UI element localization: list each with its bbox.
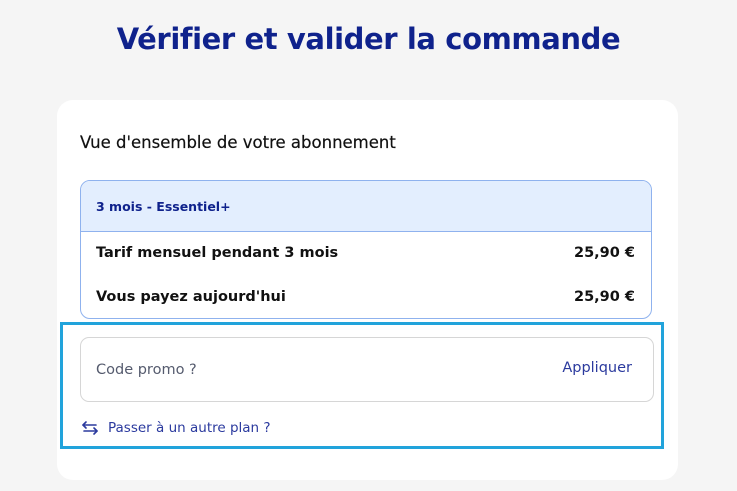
price-row-monthly: Tarif mensuel pendant 3 mois 25,90 € <box>96 245 635 261</box>
page-title: Vérifier et valider la commande <box>116 22 621 56</box>
swap-arrows-icon <box>81 419 99 437</box>
promo-code-input[interactable] <box>81 338 521 401</box>
promo-code-box: Appliquer <box>80 337 654 402</box>
price-row-label: Tarif mensuel pendant 3 mois <box>96 245 339 261</box>
switch-plan-link[interactable]: Passer à un autre plan ? <box>81 419 271 437</box>
price-row-label: Vous payez aujourd'hui <box>96 289 286 305</box>
switch-plan-label: Passer à un autre plan ? <box>108 420 271 436</box>
page: Vérifier et valider la commande Vue d'en… <box>0 0 737 491</box>
plan-summary-box: 3 mois - Essentiel+ Tarif mensuel pendan… <box>80 180 652 319</box>
price-row-value: 25,90 € <box>573 245 635 261</box>
apply-button[interactable]: Appliquer <box>562 360 632 376</box>
overview-heading: Vue d'ensemble de votre abonnement <box>80 133 396 152</box>
price-row-today: Vous payez aujourd'hui 25,90 € <box>96 289 635 305</box>
plan-name: 3 mois - Essentiel+ <box>81 181 651 232</box>
price-row-value: 25,90 € <box>573 289 635 305</box>
